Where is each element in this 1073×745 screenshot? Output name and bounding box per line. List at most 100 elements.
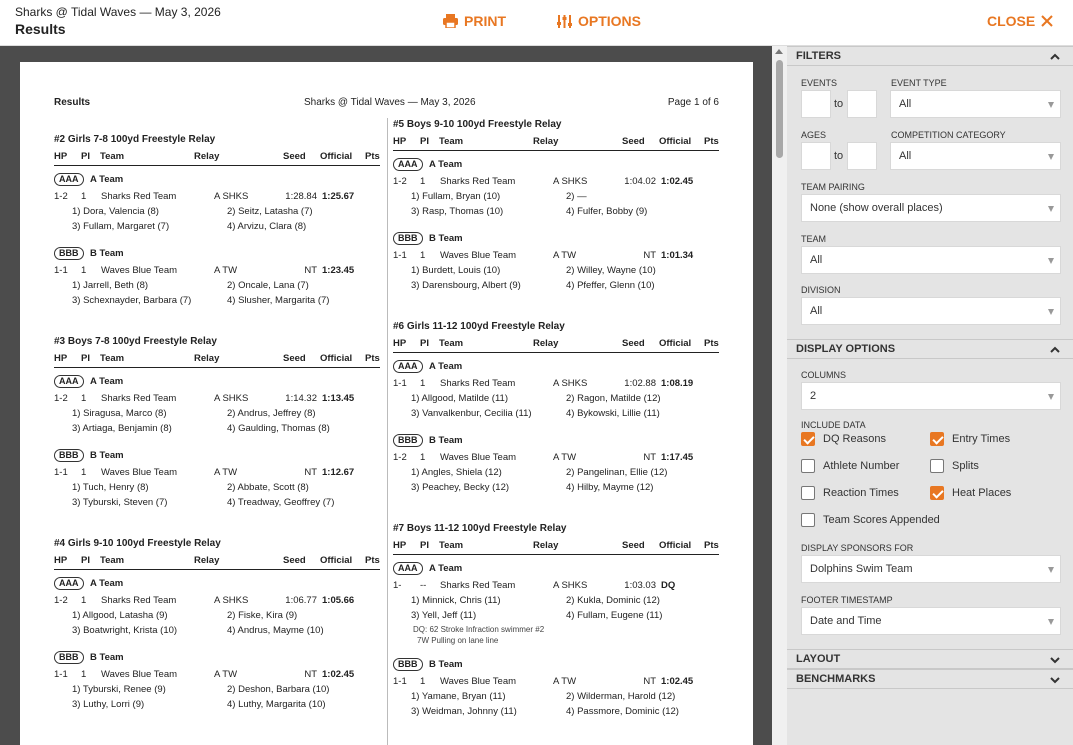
result-team: Sharks Red Team (101, 191, 177, 202)
column-header: HP (54, 151, 68, 162)
options-button[interactable]: OPTIONS (557, 13, 641, 29)
column-header: Relay (533, 540, 559, 551)
swimmer-name: 2) Andrus, Jeffrey (8) (227, 408, 316, 419)
team-scores-appended-checkbox[interactable]: Team Scores Appended (801, 513, 940, 527)
swimmer-name: 1) Allgood, Latasha (9) (72, 610, 168, 621)
result-relay: A TW (553, 676, 577, 687)
swimmer-name: 4) Arvizu, Clara (8) (227, 221, 307, 232)
splits-checkbox[interactable]: Splits (930, 459, 979, 473)
result-pi: 1 (81, 669, 87, 680)
results-header-row: HP PI Team Relay Seed Official Pts (393, 135, 719, 151)
result-official: 1:02.45 (661, 176, 694, 187)
viewer-scrollbar[interactable] (772, 46, 787, 745)
results-header-row: HP PI Team Relay Seed Official Pts (393, 337, 719, 353)
competition-category-value: All (899, 150, 912, 162)
column-header: Pts (365, 555, 380, 566)
result-relay: A SHKS (553, 378, 588, 389)
column-header: Official (659, 136, 692, 147)
result-team: Waves Blue Team (440, 452, 517, 463)
checkbox-box[interactable] (801, 459, 815, 473)
events-from-input[interactable] (801, 90, 831, 118)
checkbox-box[interactable] (801, 486, 815, 500)
footer-timestamp-select[interactable]: Date and Time (801, 607, 1061, 635)
column-header: PI (81, 151, 90, 162)
result-official: 1:17.45 (661, 452, 694, 463)
swimmer-name: 1) Yamane, Bryan (11) (411, 691, 506, 702)
reaction-times-checkbox[interactable]: Reaction Times (801, 486, 899, 500)
report-viewer[interactable]: Results Sharks @ Tidal Waves — May 3, 20… (0, 46, 787, 745)
entry-times-checkbox[interactable]: Entry Times (930, 432, 1010, 446)
team-scores-appended-label: Team Scores Appended (823, 514, 940, 526)
display-sponsors-select[interactable]: Dolphins Swim Team (801, 555, 1061, 583)
dropdown-arrow-icon (1048, 567, 1054, 573)
column-header: PI (420, 338, 429, 349)
layout-heading: LAYOUT (796, 653, 841, 665)
relay-result-row: 1-1 1 Waves Blue Team A TW NT 1:02.45 (54, 669, 380, 681)
result-team: Waves Blue Team (101, 467, 178, 478)
event-type-label: EVENT TYPE (891, 78, 947, 88)
team-value: All (810, 254, 823, 266)
dq-reasons-checkbox[interactable]: DQ Reasons (801, 432, 886, 446)
close-icon (1041, 15, 1053, 27)
close-button[interactable]: CLOSE (987, 13, 1053, 29)
checkbox-box[interactable] (801, 432, 815, 446)
heat-places-checkbox[interactable]: Heat Places (930, 486, 1011, 500)
athlete-number-checkbox[interactable]: Athlete Number (801, 459, 899, 473)
events-to-input[interactable] (847, 90, 877, 118)
swimmer-name: 1) Allgood, Matilde (11) (411, 393, 508, 404)
print-button[interactable]: PRINT (443, 13, 506, 29)
result-hp: 1-1 (54, 265, 68, 276)
filters-section-header[interactable]: FILTERS (787, 46, 1073, 66)
close-label: CLOSE (987, 13, 1036, 29)
team-pairing-select[interactable]: None (show overall places) (801, 194, 1061, 222)
column-header: Relay (533, 136, 559, 147)
swimmer-name: 3) Rasp, Thomas (10) (411, 206, 504, 217)
relay-team-block: AAA A Team 1-1 1 Sharks Red Team A SHKS 1:02.8… (393, 360, 719, 424)
division-select[interactable]: All (801, 297, 1061, 325)
column-header: HP (54, 555, 68, 566)
result-pi: 1 (81, 265, 87, 276)
column-header: HP (54, 353, 68, 364)
display-options-section-header[interactable]: DISPLAY OPTIONS (787, 339, 1073, 359)
result-hp: 1-2 (54, 191, 68, 202)
result-pi: -- (420, 580, 427, 591)
result-team: Waves Blue Team (440, 676, 517, 687)
benchmarks-heading: BENCHMARKS (796, 673, 876, 685)
swimmer-name: 1) Tuch, Henry (8) (72, 482, 149, 493)
swimmer-name: 2) — (566, 191, 587, 202)
relay-badge: BBB (393, 434, 423, 447)
options-label: OPTIONS (578, 13, 642, 29)
columns-select[interactable]: 2 (801, 382, 1061, 410)
result-pi: 1 (420, 452, 426, 463)
relay-team-block: AAA A Team 1-2 1 Sharks Red Team A SHKS 1:06.7… (54, 577, 380, 641)
swimmer-name: 4) Gaulding, Thomas (8) (227, 423, 330, 434)
swimmer-name: 1) Dora, Valencia (8) (72, 206, 159, 217)
result-team: Sharks Red Team (440, 176, 516, 187)
column-header: Seed (622, 540, 645, 551)
benchmarks-section-header[interactable]: BENCHMARKS (787, 669, 1073, 689)
column-header: Team (439, 540, 464, 551)
column-header: PI (81, 353, 90, 364)
relay-team-block: AAA A Team 1-2 1 Sharks Red Team A SHKS 1:04.0… (393, 158, 719, 222)
competition-category-select[interactable]: All (890, 142, 1061, 170)
team-select[interactable]: All (801, 246, 1061, 274)
scrollbar-thumb[interactable] (776, 60, 783, 158)
checkbox-box[interactable] (930, 459, 944, 473)
checkbox-box[interactable] (930, 432, 944, 446)
result-pi: 1 (420, 378, 426, 389)
ages-to-input[interactable] (847, 142, 877, 170)
chevron-up-icon (1050, 53, 1060, 60)
checkbox-box[interactable] (801, 513, 815, 527)
team-label: TEAM (801, 234, 827, 244)
event-type-select[interactable]: All (890, 90, 1061, 118)
layout-section-header[interactable]: LAYOUT (787, 649, 1073, 669)
relay-team-block: AAA A Team 1-2 1 Sharks Red Team A SHKS 1:28.8… (54, 173, 380, 237)
ages-from-input[interactable] (801, 142, 831, 170)
results-header-row: HP PI Team Relay Seed Official Pts (393, 539, 719, 555)
scroll-up-arrow-icon[interactable] (775, 49, 783, 54)
swimmer-name: 3) Peachey, Becky (12) (411, 482, 510, 493)
result-pi: 1 (420, 250, 426, 261)
checkbox-box[interactable] (930, 486, 944, 500)
column-header: Team (100, 151, 125, 162)
swimmer-name: 3) Tyburski, Steven (7) (72, 497, 168, 508)
